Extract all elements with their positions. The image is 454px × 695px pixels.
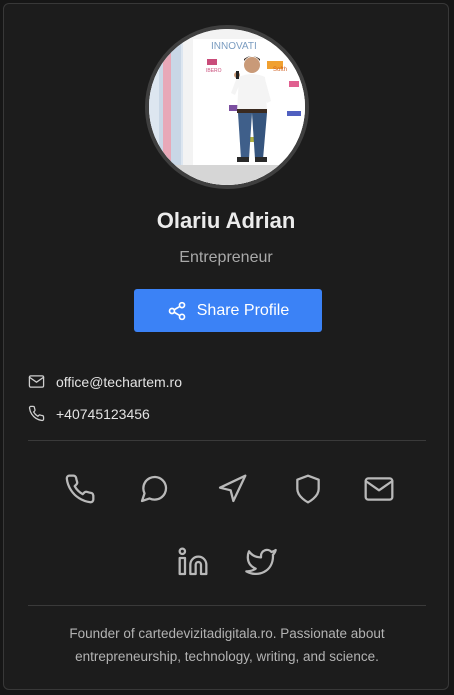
profile-card: INNOVATI IBERO Softh Olariu Adrian Entre… bbox=[3, 3, 449, 690]
contact-phone[interactable]: +40745123456 bbox=[56, 406, 150, 422]
profile-avatar: INNOVATI IBERO Softh bbox=[145, 25, 309, 189]
social-phone-button[interactable] bbox=[62, 471, 98, 507]
social-email-button[interactable] bbox=[361, 471, 397, 507]
share-profile-button[interactable]: Share Profile bbox=[134, 289, 322, 332]
divider bbox=[28, 440, 426, 441]
social-telegram-button[interactable] bbox=[214, 471, 250, 507]
contact-phone-row[interactable]: +40745123456 bbox=[28, 405, 150, 422]
contact-email[interactable]: office@techartem.ro bbox=[56, 374, 182, 390]
message-circle-icon bbox=[140, 475, 168, 503]
mail-icon bbox=[364, 477, 394, 501]
mail-icon bbox=[28, 373, 45, 390]
photo-sign-text: Softh bbox=[273, 67, 287, 73]
avatar-photo: INNOVATI IBERO Softh bbox=[149, 29, 305, 185]
profile-bio: Founder of cartedevizitadigitala.ro. Pas… bbox=[69, 626, 385, 664]
divider bbox=[28, 605, 426, 606]
social-linkedin-button[interactable] bbox=[175, 544, 211, 580]
twitter-icon bbox=[245, 548, 277, 576]
profile-title: Entrepreneur bbox=[179, 249, 273, 266]
photo-banner-text: INNOVATI bbox=[211, 41, 257, 52]
linkedin-icon bbox=[178, 547, 208, 576]
social-twitter-button[interactable] bbox=[243, 544, 279, 580]
share-profile-label: Share Profile bbox=[196, 301, 290, 319]
phone-icon bbox=[65, 474, 95, 504]
share-icon bbox=[167, 301, 187, 321]
social-whatsapp-button[interactable] bbox=[136, 471, 172, 507]
phone-icon bbox=[28, 405, 45, 422]
social-shield-button[interactable] bbox=[290, 471, 326, 507]
contact-email-row[interactable]: office@techartem.ro bbox=[28, 373, 182, 390]
send-icon bbox=[218, 474, 247, 503]
photo-badge-text: IBERO bbox=[206, 68, 222, 74]
profile-name: Olariu Adrian bbox=[156, 208, 296, 233]
shield-icon bbox=[296, 474, 320, 504]
